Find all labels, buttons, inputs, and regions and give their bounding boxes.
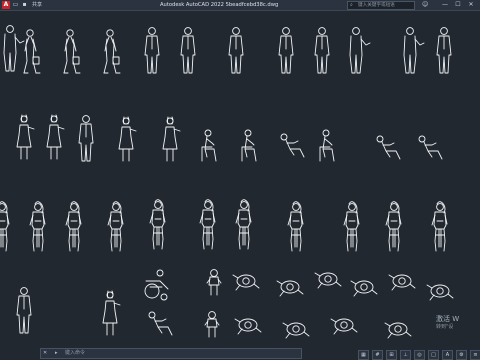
block-walking-man[interactable] xyxy=(23,29,41,74)
block-standing-man[interactable] xyxy=(16,287,32,334)
block-casual-woman[interactable] xyxy=(0,201,10,252)
block-topview-person[interactable] xyxy=(350,280,378,297)
block-casual-woman[interactable] xyxy=(235,199,252,250)
open-file-icon[interactable]: ▭ xyxy=(12,1,19,8)
block-topview-person[interactable] xyxy=(232,274,260,291)
block-woman[interactable] xyxy=(102,290,121,336)
drawing-canvas[interactable] xyxy=(0,11,480,349)
window-title: Autodesk AutoCAD 2022 5beadfcebd38c.dwg xyxy=(160,2,279,8)
block-gesturing-man[interactable] xyxy=(403,27,425,74)
grid-icon[interactable]: # xyxy=(372,350,383,360)
block-standing-man[interactable] xyxy=(78,115,94,162)
command-prompt-icon: ▸ xyxy=(55,350,58,356)
search-placeholder: 键入关键字或短语 xyxy=(358,3,395,8)
block-casual-woman[interactable] xyxy=(149,199,166,250)
autocad-logo-icon[interactable]: A xyxy=(2,1,10,9)
polar-icon[interactable]: ◎ xyxy=(414,350,425,360)
minimize-button[interactable]: — xyxy=(440,0,450,10)
user-icon[interactable]: ☺ xyxy=(422,1,428,9)
block-casual-woman[interactable] xyxy=(199,199,216,250)
snap-icon[interactable]: ⊞ xyxy=(386,350,397,360)
block-woman[interactable] xyxy=(16,114,35,160)
block-topview-person[interactable] xyxy=(388,274,416,291)
block-seated-person[interactable] xyxy=(201,129,217,162)
maximize-button[interactable]: ☐ xyxy=(453,0,463,10)
save-icon[interactable]: ▪ xyxy=(21,1,28,8)
block-walking-man[interactable] xyxy=(63,29,81,74)
block-child[interactable] xyxy=(206,269,222,296)
search-icon: ⌕ xyxy=(350,2,353,8)
block-topview-person[interactable] xyxy=(282,322,310,339)
customize-menu-icon[interactable]: ≡ xyxy=(470,350,480,360)
block-walking-man[interactable] xyxy=(103,29,121,74)
annotation-scale-icon[interactable]: A xyxy=(442,350,453,360)
block-standing-man[interactable] xyxy=(180,27,196,74)
block-reclining-person[interactable] xyxy=(148,311,173,336)
block-topview-person[interactable] xyxy=(314,272,342,289)
block-standing-man[interactable] xyxy=(314,27,330,74)
block-lounging-person[interactable] xyxy=(376,135,401,160)
model-space-icon[interactable]: ▦ xyxy=(358,350,369,360)
block-woman[interactable] xyxy=(46,114,65,160)
block-seated-person[interactable] xyxy=(319,129,335,162)
block-casual-woman[interactable] xyxy=(65,201,82,252)
activation-watermark: 激活 W 转到"设 xyxy=(436,315,459,331)
block-casual-woman[interactable] xyxy=(385,201,402,252)
block-topview-person[interactable] xyxy=(276,280,304,297)
block-standing-man[interactable] xyxy=(278,27,294,74)
close-button[interactable]: ✕ xyxy=(466,0,476,10)
block-casual-woman[interactable] xyxy=(29,201,46,252)
block-casual-woman[interactable] xyxy=(287,201,304,252)
block-wheelchair[interactable] xyxy=(144,269,169,301)
command-input[interactable]: 键入命令 xyxy=(65,349,85,358)
ortho-icon[interactable]: ⊥ xyxy=(400,350,411,360)
workspace-gear-icon[interactable]: ⚙ xyxy=(456,350,467,360)
activation-line2: 转到"设 xyxy=(436,324,454,330)
search-box[interactable]: ⌕ 键入关键字或短语 xyxy=(347,1,415,10)
block-businessman[interactable] xyxy=(3,25,25,72)
title-bar: A ▭ ▪ 共享 Autodesk AutoCAD 2022 5beadfceb… xyxy=(0,0,480,11)
close-command-line-icon[interactable]: ✕ xyxy=(43,349,47,358)
block-seated-person[interactable] xyxy=(280,133,305,158)
status-bar: ▦ # ⊞ ⊥ ◎ □ A ⚙ ≡ xyxy=(300,349,480,360)
block-child[interactable] xyxy=(204,311,220,338)
block-woman[interactable] xyxy=(162,116,181,162)
block-standing-man[interactable] xyxy=(228,27,244,74)
block-topview-person[interactable] xyxy=(234,318,262,335)
activation-line1: 激活 W xyxy=(436,315,460,323)
block-gesturing-man[interactable] xyxy=(349,27,371,74)
block-standing-man[interactable] xyxy=(436,27,452,74)
block-topview-person[interactable] xyxy=(426,284,454,301)
block-topview-person[interactable] xyxy=(330,318,358,335)
block-topview-person[interactable] xyxy=(384,322,412,339)
block-woman[interactable] xyxy=(118,116,137,162)
block-casual-woman[interactable] xyxy=(343,201,360,252)
share-button[interactable]: 共享 xyxy=(32,1,42,9)
block-seated-person[interactable] xyxy=(241,129,257,162)
command-line[interactable]: ✕ ▸ 键入命令 xyxy=(40,348,302,359)
block-lounging-person[interactable] xyxy=(418,135,443,160)
block-casual-woman[interactable] xyxy=(107,201,124,252)
block-standing-man[interactable] xyxy=(144,27,160,74)
block-casual-woman[interactable] xyxy=(431,201,448,252)
osnap-icon[interactable]: □ xyxy=(428,350,439,360)
